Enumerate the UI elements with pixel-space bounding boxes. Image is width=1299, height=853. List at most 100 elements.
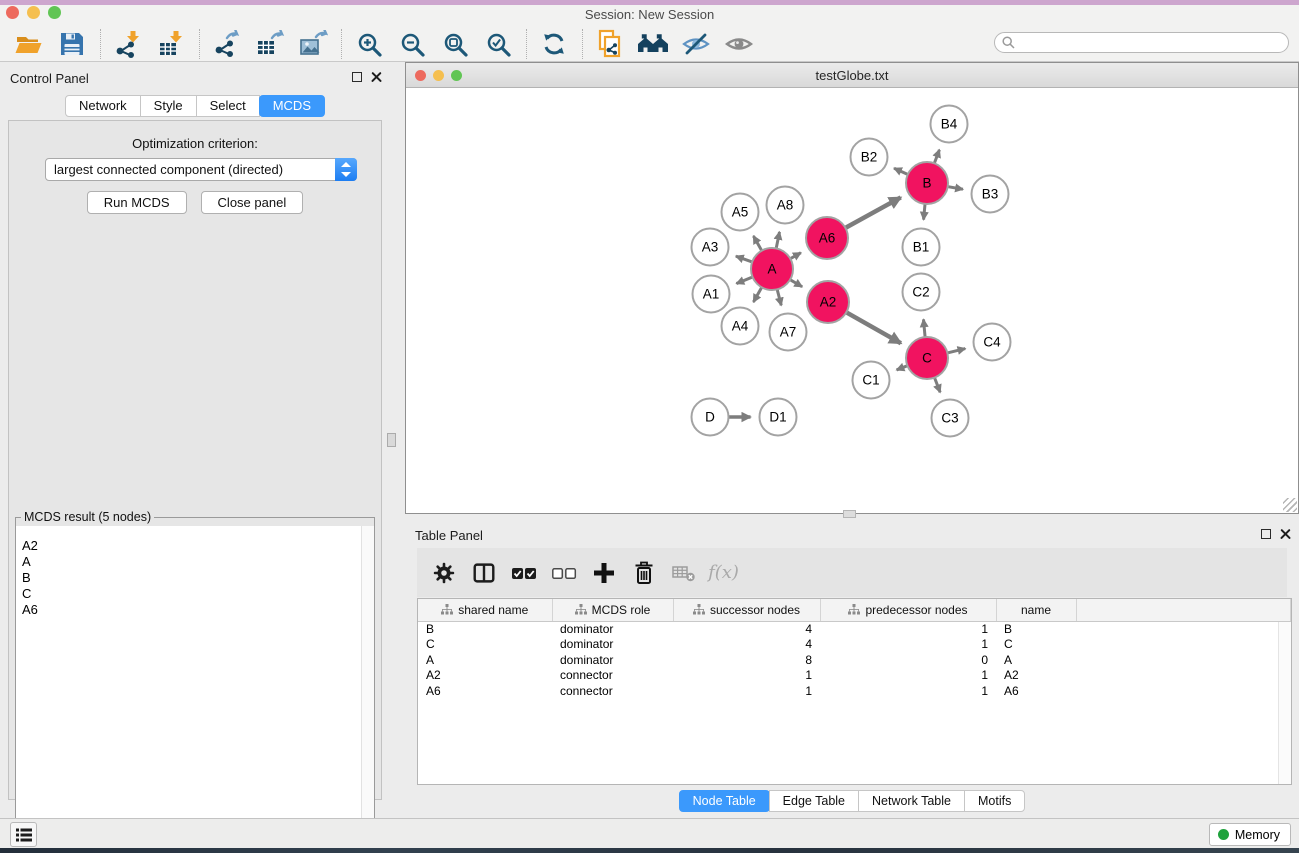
graph-node-A1[interactable]: A1 [693, 276, 730, 313]
table-row[interactable]: A2connector11A2 [418, 668, 1291, 684]
graph-node-B[interactable]: B [906, 162, 948, 204]
table-settings-button[interactable] [427, 556, 460, 590]
zoom-in-button[interactable] [352, 28, 386, 60]
home-button[interactable] [636, 28, 670, 60]
import-network-button[interactable] [111, 28, 145, 60]
graph-edge-A6-B[interactable] [845, 197, 901, 228]
tab-node-table[interactable]: Node Table [679, 790, 770, 812]
graph-edge-A2-C[interactable] [845, 312, 900, 343]
graph-node-B4[interactable]: B4 [931, 106, 968, 143]
graph-node-D1[interactable]: D1 [760, 399, 797, 436]
export-network-button[interactable] [210, 28, 244, 60]
close-panel-button[interactable]: Close panel [201, 191, 304, 214]
refresh-button[interactable] [537, 28, 571, 60]
graph-node-A[interactable]: A [751, 248, 793, 290]
column-header-predecessor-nodes[interactable]: predecessor nodes [820, 599, 996, 621]
mcds-result-item[interactable]: A2 [22, 538, 374, 554]
vertical-splitter-handle[interactable] [387, 433, 396, 447]
graph-node-A4[interactable]: A4 [722, 308, 759, 345]
graph-edge-A-A2[interactable] [789, 279, 802, 287]
graph-node-C2[interactable]: C2 [903, 274, 940, 311]
function-builder-button[interactable]: f(x) [707, 556, 740, 590]
add-row-button[interactable] [587, 556, 620, 590]
mcds-result-item[interactable]: B [22, 570, 374, 586]
graph-node-D[interactable]: D [692, 399, 729, 436]
graph-node-A2[interactable]: A2 [807, 281, 849, 323]
graph-node-B2[interactable]: B2 [851, 139, 888, 176]
column-header-shared-name[interactable]: shared name [418, 599, 552, 621]
show-panels-button[interactable] [10, 822, 37, 847]
clone-network-button[interactable] [593, 28, 627, 60]
graph-edge-A-A3[interactable] [736, 256, 753, 262]
network-canvas[interactable]: B4 B2 B B3 A8A5 A6 A3 B1 A C2 A1 A2 A4 A7 C4 C C1 C3 D D1 [406, 88, 1298, 513]
memory-button[interactable]: Memory [1209, 823, 1291, 846]
zoom-selected-button[interactable] [481, 28, 515, 60]
run-mcds-button[interactable]: Run MCDS [87, 191, 187, 214]
mcds-result-item[interactable]: A6 [22, 602, 374, 618]
tab-mcds[interactable]: MCDS [259, 95, 325, 117]
horizontal-splitter-handle[interactable] [843, 510, 856, 518]
tab-motifs[interactable]: Motifs [964, 790, 1025, 812]
table-row[interactable]: Adominator80A [418, 652, 1291, 668]
graph-edge-A-A1[interactable] [736, 277, 753, 284]
export-table-button[interactable] [253, 28, 287, 60]
graph-node-C[interactable]: C [906, 337, 948, 379]
mcds-result-item[interactable]: A [22, 554, 374, 570]
search-field[interactable] [994, 32, 1289, 53]
column-header-successor-nodes[interactable]: successor nodes [673, 599, 820, 621]
float-panel-icon[interactable] [352, 72, 362, 82]
criterion-select[interactable]: largest connected component (directed) [45, 158, 357, 181]
table-row[interactable]: A6connector11A6 [418, 683, 1291, 699]
close-panel-icon[interactable] [371, 71, 382, 82]
graph-edge-A-A5[interactable] [753, 236, 762, 252]
graph-edge-A-A8[interactable] [776, 232, 780, 249]
show-graphics-details-button[interactable] [722, 28, 756, 60]
tab-edge-table[interactable]: Edge Table [769, 790, 859, 812]
save-session-button[interactable] [55, 28, 89, 60]
graph-node-A5[interactable]: A5 [722, 194, 759, 231]
tab-style[interactable]: Style [140, 95, 197, 117]
select-all-button[interactable] [507, 556, 540, 590]
deselect-all-button[interactable] [547, 556, 580, 590]
close-panel-icon[interactable] [1280, 528, 1291, 539]
column-header-name[interactable]: name [996, 599, 1076, 621]
hide-graphics-details-button[interactable] [679, 28, 713, 60]
graph-node-B3[interactable]: B3 [972, 176, 1009, 213]
table-row[interactable]: Bdominator41B [418, 621, 1291, 637]
float-panel-icon[interactable] [1261, 529, 1271, 539]
resize-grip-icon[interactable] [1283, 498, 1297, 512]
graph-edge-C-C3[interactable] [934, 377, 940, 393]
zoom-fit-button[interactable] [438, 28, 472, 60]
graph-edge-B-B3[interactable] [947, 186, 963, 189]
graph-edge-A-A4[interactable] [753, 286, 762, 302]
graph-edge-B-B4[interactable] [934, 150, 939, 164]
network-window-titlebar[interactable]: testGlobe.txt [406, 63, 1298, 88]
table-row[interactable]: Cdominator41C [418, 637, 1291, 653]
column-header-MCDS-role[interactable]: MCDS role [552, 599, 673, 621]
tab-network-table[interactable]: Network Table [858, 790, 965, 812]
graph-edge-A-A7[interactable] [777, 288, 781, 305]
show-columns-button[interactable] [467, 556, 500, 590]
tab-network[interactable]: Network [65, 95, 141, 117]
scrollbar[interactable] [361, 526, 374, 853]
scrollbar[interactable] [1278, 622, 1291, 784]
graph-edge-C-C4[interactable] [946, 349, 965, 354]
graph-edge-B-B2[interactable] [894, 168, 909, 175]
graph-node-A3[interactable]: A3 [692, 229, 729, 266]
graph-edge-C-C2[interactable] [923, 319, 925, 338]
tab-select[interactable]: Select [196, 95, 260, 117]
graph-node-A7[interactable]: A7 [770, 314, 807, 351]
open-session-button[interactable] [12, 28, 46, 60]
mcds-result-item[interactable]: C [22, 586, 374, 602]
graph-node-C3[interactable]: C3 [932, 400, 969, 437]
graph-node-C1[interactable]: C1 [853, 362, 890, 399]
graph-node-A6[interactable]: A6 [806, 217, 848, 259]
delete-table-button[interactable] [667, 556, 700, 590]
import-table-button[interactable] [154, 28, 188, 60]
graph-edge-B-B1[interactable] [924, 203, 926, 220]
graph-node-C4[interactable]: C4 [974, 324, 1011, 361]
delete-row-button[interactable] [627, 556, 660, 590]
graph-node-B1[interactable]: B1 [903, 229, 940, 266]
graph-node-A8[interactable]: A8 [767, 187, 804, 224]
export-image-button[interactable] [296, 28, 330, 60]
